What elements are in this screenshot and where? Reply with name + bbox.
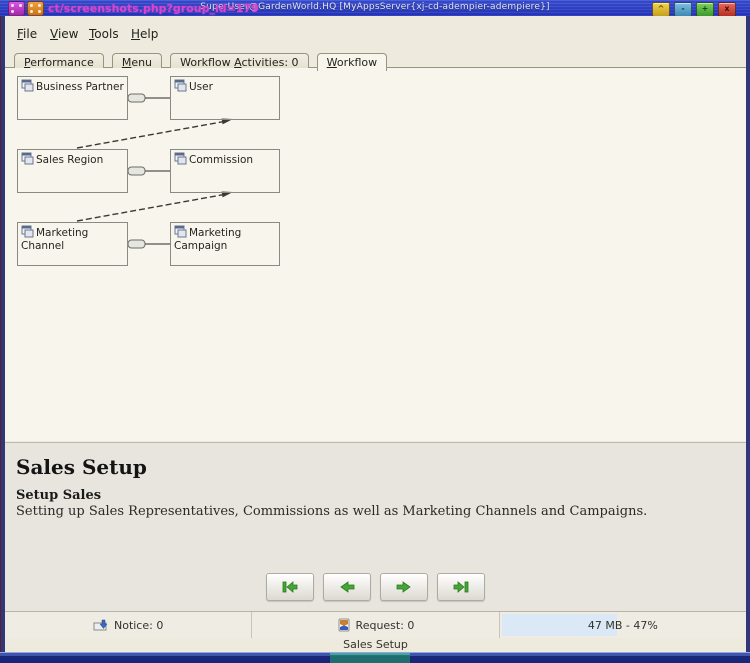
tab-workflow[interactable]: Workflow (317, 53, 388, 71)
workflow-node-sales-region[interactable]: Sales Region (17, 149, 128, 193)
workflow-node-user[interactable]: User (170, 76, 280, 120)
workflow-title: Sales Setup (16, 455, 147, 479)
workflow-node-marketing-channel[interactable]: Marketing Channel (17, 222, 128, 266)
tabbar: Performance Menu Workflow Activities: 0 … (5, 48, 746, 68)
notice-label: Notice: 0 (114, 619, 163, 632)
workflow-node-marketing-campaign[interactable]: Marketing Campaign (170, 222, 280, 266)
window-icon (21, 79, 34, 92)
workflow-subtitle: Setup Sales (16, 488, 101, 503)
orange-app-icon (27, 1, 44, 16)
workflow-description: Setting up Sales Representatives, Commis… (16, 504, 647, 519)
close-icon[interactable]: x (718, 2, 736, 17)
first-icon (281, 580, 299, 594)
client-area: File View Tools Help Performance Menu Wo… (5, 16, 746, 652)
workflow-node-commission[interactable]: Commission (170, 149, 280, 193)
next-icon (395, 580, 413, 594)
next-button[interactable] (380, 573, 428, 601)
statusbar: Notice: 0 Request: 0 47 MB - 47% (5, 611, 746, 638)
window-icon (21, 225, 34, 238)
workflow-nav-buttons (5, 573, 746, 601)
menu-file[interactable]: File (17, 27, 37, 41)
url-watermark-text: ct/screenshots.php?group_id=179 (48, 2, 259, 15)
memory-label: 47 MB - 47% (588, 619, 658, 632)
workflow-description-panel: Sales Setup Setup Sales Setting up Sales… (5, 442, 746, 611)
workflow-canvas: Business Partner User Sales Region Commi… (5, 68, 746, 441)
last-button[interactable] (437, 573, 485, 601)
request-label: Request: 0 (356, 619, 415, 632)
notice-cell[interactable]: Notice: 0 (5, 612, 252, 638)
last-icon (452, 580, 470, 594)
first-button[interactable] (266, 573, 314, 601)
window-icon (21, 152, 34, 165)
window-frame-bottom (0, 652, 750, 663)
previous-button[interactable] (323, 573, 371, 601)
window-icon (174, 79, 187, 92)
window-icon (174, 225, 187, 238)
magenta-app-icon (8, 1, 25, 16)
window-frame-right (746, 16, 750, 652)
menu-help[interactable]: Help (131, 27, 158, 41)
app-window: SuperUser@GardenWorld.HQ [MyAppsServer{x… (0, 0, 750, 663)
status-text: Sales Setup (5, 638, 746, 652)
request-icon (337, 618, 351, 632)
shade-icon[interactable]: ^ (652, 2, 670, 17)
menu-tools[interactable]: Tools (89, 27, 119, 41)
url-watermark: ct/screenshots.php?group_id=179 (8, 1, 259, 16)
previous-icon (338, 580, 356, 594)
maximize-icon[interactable]: + (696, 2, 714, 17)
workflow-node-business-partner[interactable]: Business Partner (17, 76, 128, 120)
menubar: File View Tools Help (5, 16, 746, 48)
notice-icon (93, 619, 109, 632)
taskbar-accent (330, 653, 410, 663)
menu-view[interactable]: View (50, 27, 78, 41)
request-cell[interactable]: Request: 0 (252, 612, 499, 638)
window-controls: ^ - + x (652, 2, 736, 17)
window-icon (174, 152, 187, 165)
minimize-icon[interactable]: - (674, 2, 692, 17)
memory-cell[interactable]: 47 MB - 47% (500, 612, 746, 638)
